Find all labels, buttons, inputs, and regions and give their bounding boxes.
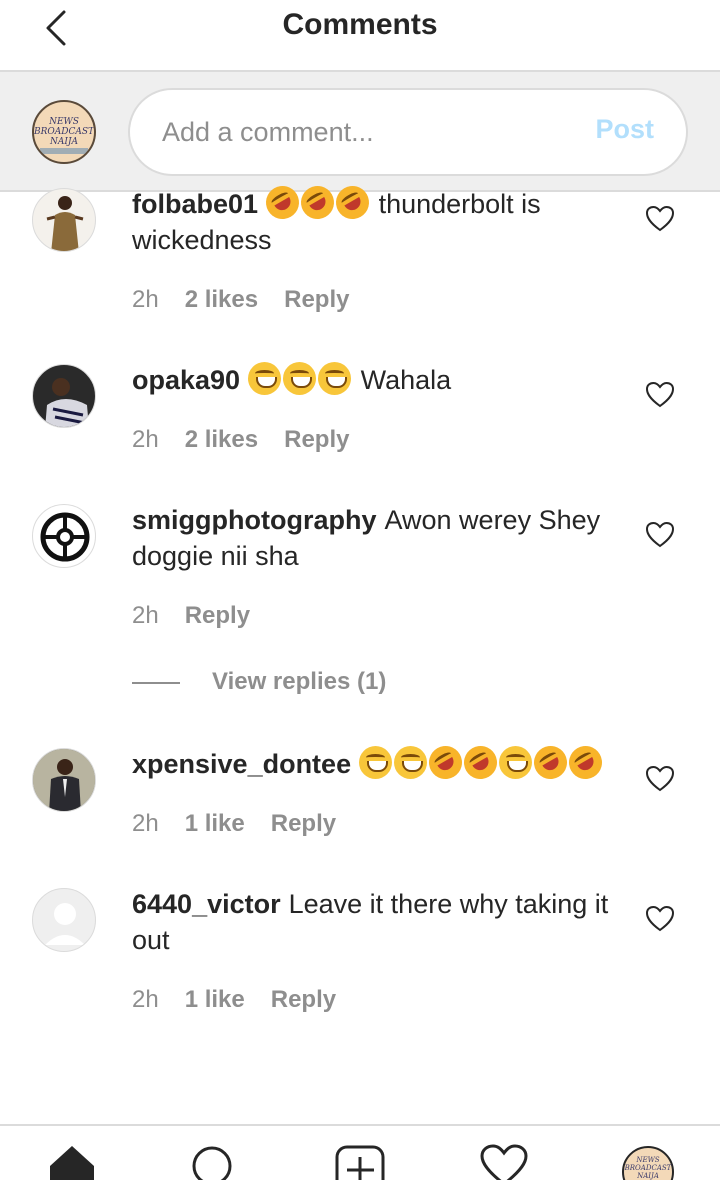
comment-username[interactable]: opaka90 [132, 365, 240, 395]
rolling-laughing-emoji-icon [260, 179, 306, 226]
add-post-icon[interactable] [334, 1144, 386, 1180]
rolling-laughing-emoji-icon [458, 739, 504, 786]
avatar[interactable] [32, 888, 96, 952]
comment-body: folbabe01 thunderbolt is wickedness [132, 179, 622, 258]
comment-body: smiggphotography Awon werey Shey doggie n… [132, 502, 622, 574]
avatar[interactable] [32, 748, 96, 812]
comment-likes[interactable]: 1 like [185, 810, 245, 837]
reply-button[interactable]: Reply [185, 602, 250, 629]
laughing-emoji-icon [499, 746, 533, 779]
like-heart-icon[interactable] [645, 904, 675, 934]
like-heart-icon[interactable] [645, 380, 675, 410]
comment-meta: 2h 1 like Reply [132, 986, 362, 1014]
reply-button[interactable]: Reply [284, 286, 349, 313]
reply-button[interactable]: Reply [271, 810, 336, 837]
comment-username[interactable]: folbabe01 [132, 189, 258, 219]
laughing-emoji-icon [283, 362, 317, 395]
comment-likes[interactable]: 2 likes [185, 286, 258, 313]
laughing-emoji-icon [248, 362, 282, 395]
laughing-emoji-icon [359, 746, 393, 779]
comment-time: 2h [132, 286, 159, 313]
like-heart-icon[interactable] [645, 764, 675, 794]
comment-meta: 2h 1 like Reply [132, 810, 362, 838]
comment-meta: 2h 2 likes Reply [132, 426, 375, 454]
current-user-avatar: NEWS BROADCAST NAIJA [32, 100, 96, 164]
activity-heart-icon[interactable] [478, 1144, 530, 1180]
rolling-laughing-emoji-icon [330, 179, 376, 226]
home-icon[interactable] [46, 1144, 98, 1180]
avatar-logo-text: NEWS BROADCAST NAIJA [33, 117, 95, 147]
comment-text: Wahala [360, 365, 452, 395]
like-heart-icon[interactable] [645, 204, 675, 234]
comment-input-pill: Post [128, 88, 688, 176]
reply-button[interactable]: Reply [284, 426, 349, 453]
top-bar: Comments [0, 0, 720, 72]
comment-meta: 2h Reply [132, 602, 276, 630]
profile-avatar[interactable]: NEWS BROADCAST NAIJA [622, 1146, 674, 1180]
comment-body: opaka90 Wahala [132, 362, 622, 398]
avatar-logo-text: NEWS BROADCAST NAIJA [624, 1156, 672, 1180]
rolling-laughing-emoji-icon [295, 179, 341, 226]
rolling-laughing-emoji-icon [528, 739, 574, 786]
avatar[interactable] [32, 188, 96, 252]
rolling-laughing-emoji-icon [563, 739, 609, 786]
comment-likes[interactable]: 1 like [185, 986, 245, 1013]
reply-button[interactable]: Reply [271, 986, 336, 1013]
comment-time: 2h [132, 986, 159, 1013]
comment-body: 6440_victor Leave it there why taking it … [132, 886, 622, 958]
laughing-emoji-icon [394, 746, 428, 779]
comment-username[interactable]: xpensive_dontee [132, 749, 351, 779]
comment-likes[interactable]: 2 likes [185, 426, 258, 453]
avatar[interactable] [32, 504, 96, 568]
like-heart-icon[interactable] [645, 520, 675, 550]
avatar[interactable] [32, 364, 96, 428]
comment-body: xpensive_dontee [132, 739, 622, 786]
comment-meta: 2h 2 likes Reply [132, 286, 375, 314]
comment-time: 2h [132, 810, 159, 837]
bottom-navigation: NEWS BROADCAST NAIJA [0, 1124, 720, 1180]
post-button[interactable]: Post [595, 114, 654, 145]
comment-input[interactable] [162, 112, 562, 152]
laughing-emoji-icon [318, 362, 352, 395]
search-icon[interactable] [186, 1144, 238, 1180]
view-replies-label[interactable]: View replies (1) [212, 668, 386, 696]
rolling-laughing-emoji-icon [423, 739, 469, 786]
replies-divider-line [132, 682, 180, 684]
comment-username[interactable]: smiggphotography [132, 505, 377, 535]
comment-username[interactable]: 6440_victor [132, 889, 281, 919]
comment-composer: NEWS BROADCAST NAIJA Post [0, 72, 720, 192]
page-title: Comments [282, 8, 438, 41]
comment-time: 2h [132, 426, 159, 453]
comment-time: 2h [132, 602, 159, 629]
